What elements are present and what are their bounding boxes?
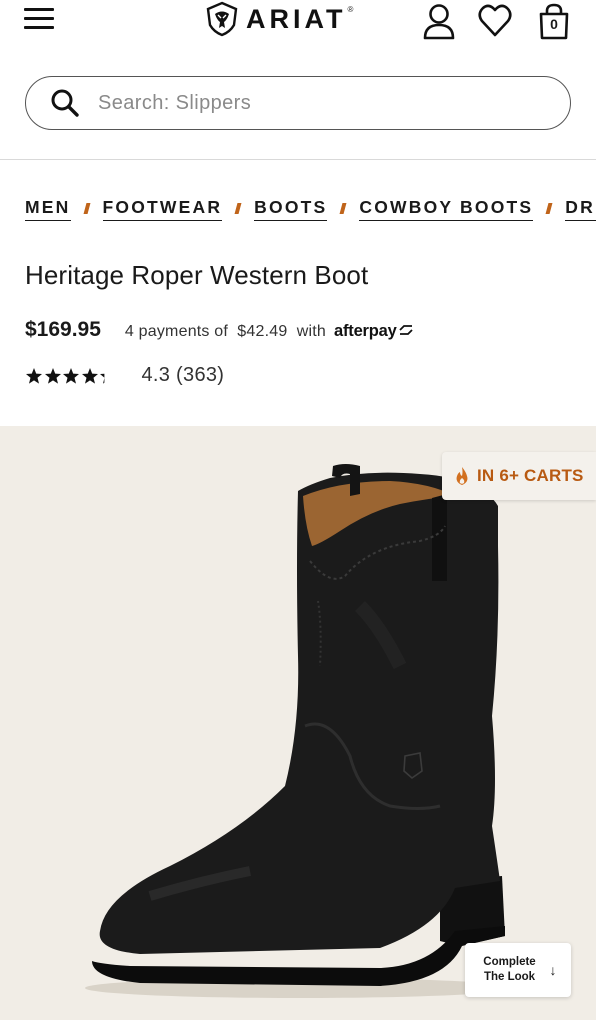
ariat-horse-logo-icon bbox=[206, 1, 238, 37]
complete-the-look-label: Complete The Look bbox=[483, 956, 536, 983]
afterpay-brand-text: afterpay bbox=[334, 322, 397, 340]
product-rating[interactable]: 4.3 (363) bbox=[25, 364, 224, 387]
afterpay-logo-link[interactable]: afterpay bbox=[334, 322, 414, 341]
breadcrumb-men[interactable]: MEN bbox=[25, 197, 71, 221]
star-icon bbox=[44, 367, 61, 384]
breadcrumb-footwear[interactable]: FOOTWEAR bbox=[102, 197, 223, 221]
star-icon bbox=[100, 373, 105, 384]
search-input[interactable] bbox=[98, 91, 518, 115]
arrow-down-icon: ↓ bbox=[549, 962, 557, 978]
price-row: $169.95 4 payments of $42.49 with afterp… bbox=[25, 318, 414, 342]
popularity-badge: IN 6+ CARTS bbox=[442, 452, 596, 500]
hamburger-menu-button[interactable] bbox=[22, 6, 58, 32]
brand-registered-mark: ® bbox=[347, 4, 354, 14]
breadcrumb-separator bbox=[339, 203, 347, 214]
carts-count-text: IN 6+ CARTS bbox=[477, 466, 584, 485]
user-icon bbox=[423, 4, 455, 40]
shopping-bag-button[interactable]: 0 bbox=[536, 2, 572, 40]
wishlist-button[interactable] bbox=[477, 2, 513, 40]
search-icon bbox=[51, 89, 79, 117]
afterpay-arrows-icon bbox=[398, 325, 413, 335]
product-price: $169.95 bbox=[25, 318, 101, 341]
breadcrumb-dress[interactable]: DRES bbox=[565, 197, 596, 221]
afterpay-installments-text: 4 payments of $42.49 with bbox=[124, 323, 326, 340]
search-bar[interactable] bbox=[25, 76, 571, 130]
breadcrumb: MEN FOOTWEAR BOOTS COWBOY BOOTS DRES bbox=[25, 197, 596, 227]
complete-the-look-button[interactable]: Complete The Look ↓ bbox=[465, 943, 571, 997]
product-image-boot bbox=[85, 464, 515, 998]
flame-icon bbox=[456, 467, 468, 485]
breadcrumb-boots[interactable]: BOOTS bbox=[254, 197, 328, 221]
product-image-gallery[interactable] bbox=[0, 426, 596, 1020]
hamburger-icon bbox=[24, 8, 54, 11]
bag-count-badge: 0 bbox=[550, 16, 558, 32]
breadcrumb-cowboy-boots[interactable]: COWBOY BOOTS bbox=[359, 197, 534, 221]
star-icon bbox=[26, 367, 42, 384]
rating-summary: 4.3 (363) bbox=[141, 364, 225, 386]
breadcrumb-separator bbox=[234, 203, 242, 214]
breadcrumb-separator bbox=[83, 203, 90, 214]
heart-icon bbox=[478, 4, 512, 37]
product-title: Heritage Roper Western Boot bbox=[25, 260, 369, 290]
star-icon bbox=[63, 367, 79, 384]
star-icon bbox=[81, 367, 98, 384]
breadcrumb-separator bbox=[545, 203, 553, 214]
rating-stars bbox=[25, 367, 118, 385]
brand-logo[interactable]: ARIAT ® bbox=[204, 0, 353, 38]
site-header: ARIAT ® 0 bbox=[0, 0, 596, 160]
brand-wordmark: ARIAT bbox=[246, 3, 347, 34]
account-button[interactable] bbox=[421, 2, 457, 40]
